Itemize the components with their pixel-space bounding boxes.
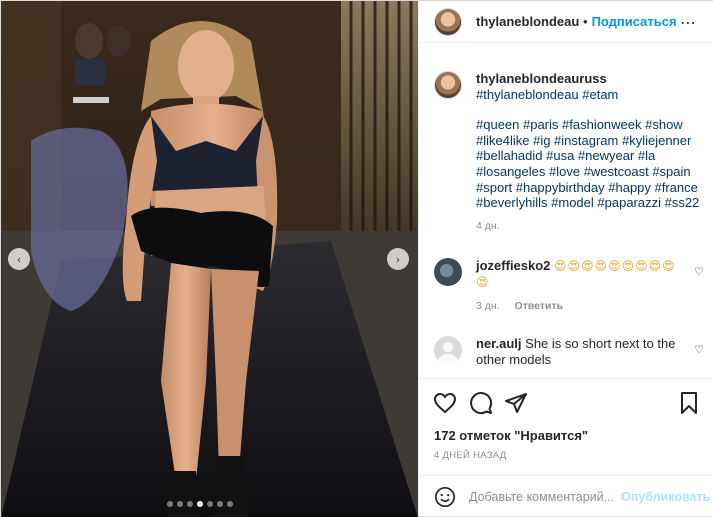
chevron-left-icon: ‹ <box>16 252 22 266</box>
caption-hashtags-primary[interactable]: #thylaneblondeau #etam <box>476 87 618 102</box>
carousel-dot <box>177 501 183 507</box>
comment-time: 3 дн. <box>476 300 500 312</box>
comment-username[interactable]: jozeffiesko2 <box>476 258 550 273</box>
likes-count[interactable]: 172 отметок "Нравится" <box>434 428 588 443</box>
runway-photo <box>1 1 418 517</box>
comment-username[interactable]: ner.aulj <box>476 336 522 351</box>
action-bar <box>419 378 713 428</box>
comment-body: jozeffiesko2 😍😍😍😍😍😍😍😍😍😍 3 дн. Ответить <box>476 258 686 314</box>
commenter-avatar-placeholder[interactable] <box>434 336 462 364</box>
caption-body: thylaneblondeauruss #thylaneblondeau #et… <box>476 71 700 234</box>
author-username[interactable]: thylaneblondeauru <box>476 14 579 29</box>
carousel-dot <box>197 501 203 507</box>
caption-username[interactable]: thylaneblondeauruss <box>476 71 607 86</box>
header-separator: • <box>583 14 588 29</box>
comment-item: jozeffiesko2 😍😍😍😍😍😍😍😍😍😍 3 дн. Ответить ♡ <box>434 258 704 314</box>
emoji-smile-icon[interactable] <box>434 486 456 508</box>
comment-meta: 3 дн. Ответить <box>476 298 686 314</box>
publish-button[interactable]: Опубликовать <box>621 490 710 504</box>
post-sidebar: thylaneblondeauru • Подписаться ⋯ thylan… <box>418 1 713 517</box>
save-bookmark-icon[interactable] <box>677 391 701 415</box>
carousel-next-button[interactable]: › <box>387 248 409 270</box>
commenter-avatar[interactable] <box>434 258 462 286</box>
comment-body: ner.aulj She is so short next to the oth… <box>476 336 686 368</box>
add-comment-bar: Опубликовать <box>419 475 713 517</box>
carousel-dot <box>167 501 173 507</box>
comment-input[interactable] <box>469 490 617 504</box>
carousel-dot <box>187 501 193 507</box>
comments-section[interactable]: thylaneblondeauruss #thylaneblondeau #et… <box>419 57 713 375</box>
post-date: 4 ДНЕЙ НАЗАД <box>434 450 507 461</box>
carousel-prev-button[interactable]: ‹ <box>8 248 30 270</box>
carousel-dot <box>207 501 213 507</box>
more-options-icon[interactable]: ⋯ <box>680 13 697 32</box>
caption: thylaneblondeauruss #thylaneblondeau #et… <box>419 57 713 234</box>
post-header: thylaneblondeauru • Подписаться ⋯ <box>419 1 713 43</box>
caption-time: 4 дн. <box>476 219 500 232</box>
carousel-dot <box>217 501 223 507</box>
post-media[interactable]: ‹ › <box>1 1 418 517</box>
chevron-right-icon: › <box>395 252 401 266</box>
follow-button[interactable]: Подписаться <box>592 14 677 29</box>
like-heart-icon[interactable] <box>433 391 457 415</box>
reply-button[interactable]: Ответить <box>515 300 564 312</box>
author-avatar[interactable] <box>434 7 462 36</box>
heart-icon[interactable]: ♡ <box>694 343 704 356</box>
caption-author-avatar[interactable] <box>434 71 462 99</box>
share-plane-icon[interactable] <box>504 391 528 415</box>
caption-hashtags[interactable]: #queen #paris #fashionweek #show #like4l… <box>476 117 700 211</box>
heart-icon[interactable]: ♡ <box>694 265 704 278</box>
carousel-dot <box>227 501 233 507</box>
carousel-indicator <box>167 501 233 507</box>
comment-bubble-icon[interactable] <box>469 391 493 415</box>
post-container: ‹ › thylaneblondeauru • Подписаться ⋯ th… <box>0 0 713 517</box>
comment-item: ner.aulj She is so short next to the oth… <box>434 336 704 368</box>
